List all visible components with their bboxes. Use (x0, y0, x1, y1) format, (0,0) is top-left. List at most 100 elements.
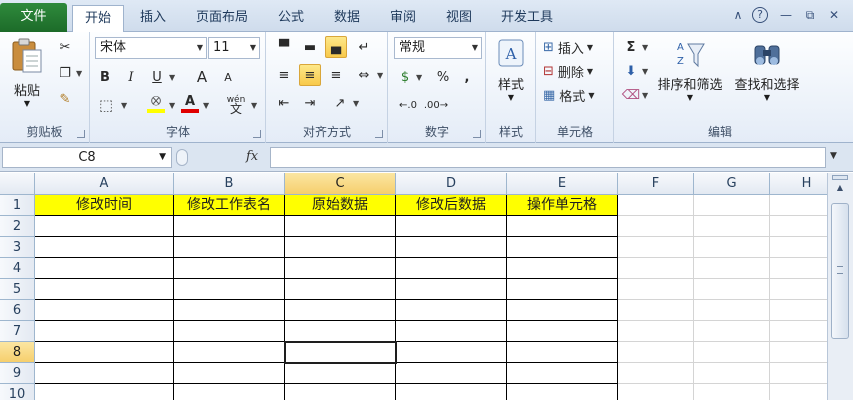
collapse-ribbon-icon[interactable]: ∧ (730, 7, 746, 23)
cell-c1[interactable]: 原始数据 (285, 195, 396, 216)
cell-b3[interactable] (174, 237, 285, 258)
column-header-d[interactable]: D (396, 173, 507, 195)
increase-indent-icon[interactable]: ⇥ (299, 92, 321, 114)
tab-developer[interactable]: 开发工具 (492, 5, 562, 32)
column-header-f[interactable]: F (618, 173, 694, 195)
cell-e7[interactable] (507, 321, 618, 342)
font-color-button[interactable]: A (179, 92, 201, 114)
cell-h2[interactable] (770, 216, 827, 237)
cell-h10[interactable] (770, 384, 827, 400)
cell-d10[interactable] (396, 384, 507, 400)
cell-e8[interactable] (507, 342, 618, 363)
scroll-up-icon[interactable]: ▲ (832, 183, 848, 197)
split-box[interactable] (832, 175, 848, 180)
expand-formula-icon[interactable]: ▼ (830, 151, 837, 161)
column-header-h[interactable]: H (770, 173, 827, 195)
tab-data[interactable]: 数据 (324, 5, 370, 32)
cell-b5[interactable] (174, 279, 285, 300)
orientation-dropdown-icon[interactable]: ▼ (353, 99, 359, 108)
cell-e6[interactable] (507, 300, 618, 321)
styles-button[interactable]: A 样式 ▼ (491, 38, 531, 118)
cell-d5[interactable] (396, 279, 507, 300)
tab-review[interactable]: 审阅 (380, 5, 426, 32)
bold-button[interactable]: B (95, 66, 115, 88)
cell-a1[interactable]: 修改时间 (35, 195, 174, 216)
cell-f7[interactable] (618, 321, 694, 342)
cell-a6[interactable] (35, 300, 174, 321)
restore-icon[interactable]: ⧉ (802, 7, 818, 23)
currency-dropdown-icon[interactable]: ▼ (416, 73, 422, 82)
grow-font-button[interactable]: A (191, 66, 213, 88)
cell-d7[interactable] (396, 321, 507, 342)
cell-g7[interactable] (694, 321, 770, 342)
clear-dropdown-icon[interactable]: ▼ (642, 91, 648, 100)
underline-button[interactable]: U (147, 66, 167, 88)
minimize-icon[interactable]: — (778, 7, 794, 23)
row-header-4[interactable]: 4 (0, 258, 35, 279)
tab-file[interactable]: 文件 (0, 3, 67, 32)
cell-g10[interactable] (694, 384, 770, 400)
phonetic-dropdown-icon[interactable]: ▼ (251, 101, 257, 110)
row-header-1[interactable]: 1 (0, 195, 35, 216)
cell-f6[interactable] (618, 300, 694, 321)
clear-icon[interactable]: ⌫ (621, 84, 641, 106)
fx-icon[interactable]: fx (246, 149, 258, 164)
column-header-g[interactable]: G (694, 173, 770, 195)
number-launcher-icon[interactable] (473, 130, 481, 138)
cell-c3[interactable] (285, 237, 396, 258)
format-cells-button[interactable]: ▦ 格式 ▼ (543, 84, 611, 106)
cell-f4[interactable] (618, 258, 694, 279)
align-center-icon[interactable]: ≡ (299, 64, 321, 86)
cell-c7[interactable] (285, 321, 396, 342)
insert-cells-button[interactable]: ⊞ 插入 ▼ (543, 36, 611, 58)
sort-filter-button[interactable]: A Z 排序和筛选 ▼ (653, 38, 727, 118)
cell-c5[interactable] (285, 279, 396, 300)
column-header-b[interactable]: B (174, 173, 285, 195)
comma-button[interactable]: , (457, 66, 477, 88)
row-header-10[interactable]: 10 (0, 384, 35, 400)
cell-e9[interactable] (507, 363, 618, 384)
cell-g2[interactable] (694, 216, 770, 237)
align-left-icon[interactable]: ≡ (273, 64, 295, 86)
alignment-launcher-icon[interactable] (375, 130, 383, 138)
formula-splitter[interactable] (176, 149, 188, 166)
cell-h4[interactable] (770, 258, 827, 279)
cell-a10[interactable] (35, 384, 174, 400)
column-header-a[interactable]: A (35, 173, 174, 195)
cut-icon[interactable]: ✂ (54, 36, 76, 58)
copy-dropdown-icon[interactable]: ▼ (76, 69, 82, 78)
find-select-button[interactable]: 查找和选择 ▼ (729, 38, 805, 118)
cell-b10[interactable] (174, 384, 285, 400)
row-header-9[interactable]: 9 (0, 363, 35, 384)
row-header-2[interactable]: 2 (0, 216, 35, 237)
align-middle-icon[interactable]: ▬ (299, 36, 321, 58)
font-color-dropdown-icon[interactable]: ▼ (203, 101, 209, 110)
cell-e4[interactable] (507, 258, 618, 279)
cell-d1[interactable]: 修改后数据 (396, 195, 507, 216)
cell-d9[interactable] (396, 363, 507, 384)
cell-g3[interactable] (694, 237, 770, 258)
font-name-combo[interactable]: 宋体 ▼ (95, 37, 207, 59)
column-header-e[interactable]: E (507, 173, 618, 195)
merge-center-icon[interactable]: ⇔ (353, 64, 375, 86)
tab-insert[interactable]: 插入 (130, 5, 176, 32)
row-header-7[interactable]: 7 (0, 321, 35, 342)
cell-b1[interactable]: 修改工作表名 (174, 195, 285, 216)
cell-a4[interactable] (35, 258, 174, 279)
fill-color-button[interactable]: ⭙ (145, 92, 167, 114)
clipboard-launcher-icon[interactable] (77, 130, 85, 138)
cell-g1[interactable] (694, 195, 770, 216)
cell-f9[interactable] (618, 363, 694, 384)
borders-dropdown-icon[interactable]: ▼ (121, 101, 127, 110)
cell-d4[interactable] (396, 258, 507, 279)
cell-a2[interactable] (35, 216, 174, 237)
vertical-scrollbar[interactable]: ▲ (827, 173, 853, 400)
row-header-8[interactable]: 8 (0, 342, 35, 363)
fill-dropdown-icon[interactable]: ▼ (642, 67, 648, 76)
cell-b9[interactable] (174, 363, 285, 384)
fill-down-icon[interactable]: ⬇ (621, 60, 641, 82)
cell-h6[interactable] (770, 300, 827, 321)
cell-g9[interactable] (694, 363, 770, 384)
phonetic-button[interactable]: wén 文 (223, 94, 249, 116)
select-all-corner[interactable] (0, 173, 35, 195)
